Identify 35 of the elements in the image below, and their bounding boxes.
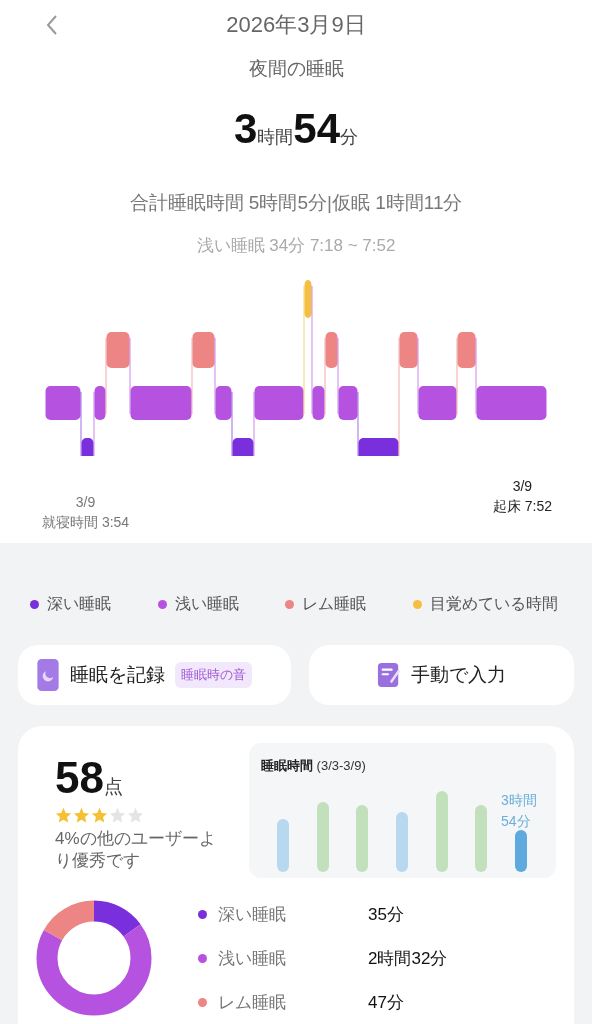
- sound-tag: 睡眠時の音: [175, 662, 252, 688]
- phone-moon-icon: [36, 658, 60, 692]
- star-icon: [127, 807, 144, 825]
- wake-label: 起床 7:52: [492, 497, 552, 516]
- date-title: 2026年3月9日: [226, 12, 366, 37]
- stage-duration: 2時間32分: [368, 947, 448, 970]
- stage-duration: 35分: [368, 903, 404, 926]
- star-icon: [55, 807, 72, 825]
- total-sleep-text: 合計睡眠時間 5時間5分|仮眠 1時間11分: [128, 191, 464, 215]
- latest-duration-label: 3時間 54分: [501, 791, 537, 831]
- stage-label: 深い睡眠: [218, 903, 287, 926]
- comparison-text: 4%の他のユーザーより優秀です: [55, 828, 217, 873]
- hypnogram-drawing[interactable]: [45, 280, 547, 456]
- bedtime-label: 就寝時間 3:54: [42, 513, 130, 532]
- legend-label: 目覚めている時間: [429, 594, 558, 614]
- manual-entry-button[interactable]: 手動で入力: [309, 645, 574, 705]
- legend-label: 深い睡眠: [47, 594, 111, 614]
- star-icon: [73, 807, 90, 825]
- legend-label: レム睡眠: [302, 594, 367, 614]
- weekly-chart-panel[interactable]: 睡眠時間 (3/3-3/9) 3時間 54分: [249, 743, 556, 878]
- star-icon: [109, 807, 126, 825]
- record-sleep-button[interactable]: 睡眠を記録 睡眠時の音: [18, 645, 291, 705]
- selected-segment-text: 浅い睡眠 34分 7:18 ~ 7:52: [195, 235, 397, 257]
- sleep-duration: 3時間54分: [233, 103, 359, 154]
- stage-duration: 47分: [368, 991, 404, 1014]
- wake-date: 3/9: [511, 477, 534, 496]
- section-title: 夜間の睡眠: [247, 57, 345, 81]
- stage-label: 浅い睡眠: [218, 947, 287, 970]
- legend-label: 浅い睡眠: [174, 594, 239, 614]
- star-icon: [91, 807, 108, 825]
- sleep-score: 58点: [55, 752, 123, 805]
- bedtime-date: 3/9: [74, 493, 97, 512]
- stage-label: レム睡眠: [218, 991, 287, 1014]
- weekly-chart-title: 睡眠時間 (3/3-3/9): [261, 757, 366, 775]
- back-icon[interactable]: [44, 13, 60, 37]
